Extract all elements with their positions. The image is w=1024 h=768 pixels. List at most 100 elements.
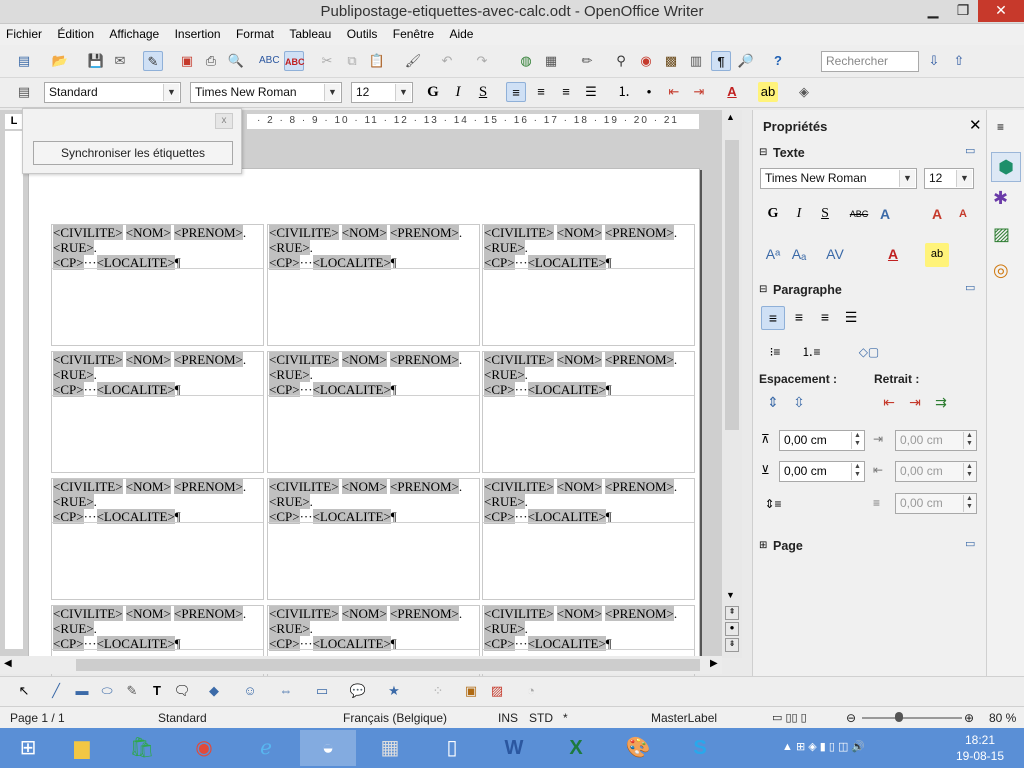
- hyperlink-icon[interactable]: ◍: [516, 51, 536, 71]
- fontwork-icon[interactable]: ▣: [461, 681, 481, 701]
- data-sources-icon[interactable]: ▥: [686, 51, 706, 71]
- tab-stop-selector[interactable]: L: [4, 113, 24, 130]
- menu-format[interactable]: Format: [230, 24, 280, 41]
- bullets-icon[interactable]: •: [639, 82, 659, 102]
- file-explorer-icon[interactable]: ▆: [54, 730, 110, 766]
- subscript-icon[interactable]: Aₐ: [787, 243, 811, 267]
- collapse-icon[interactable]: ⊟: [759, 147, 767, 158]
- close-sidebar-icon[interactable]: ✕: [969, 116, 982, 134]
- bold-icon[interactable]: G: [423, 82, 443, 102]
- label-cell[interactable]: <CIVILITE> <NOM> <PRENOM>. <RUE>. <CP>···<…: [267, 478, 480, 600]
- autospell-icon[interactable]: ABC: [284, 51, 305, 71]
- font-size-select[interactable]: 12 ▼: [351, 82, 413, 103]
- copy-icon[interactable]: ⧉: [342, 51, 362, 71]
- freeform-icon[interactable]: ✎: [122, 681, 142, 701]
- page-style[interactable]: Standard: [158, 711, 207, 725]
- export-pdf-icon[interactable]: ▣: [177, 51, 197, 71]
- horizontal-ruler[interactable]: · 2 · 8 · 9 · 10 · 11 · 12 · 13 · 14 · 1…: [246, 113, 700, 130]
- page-count[interactable]: Page 1 / 1: [10, 711, 65, 725]
- print-preview-icon[interactable]: 🔍: [226, 51, 246, 71]
- app-icon[interactable]: ▦: [362, 730, 418, 766]
- more-options-icon[interactable]: ▭: [965, 281, 975, 294]
- shrink-font-icon[interactable]: A: [951, 203, 975, 227]
- clone-format-icon[interactable]: 🖌: [403, 51, 423, 71]
- scroll-left-icon[interactable]: ◀: [4, 658, 12, 669]
- language[interactable]: Français (Belgique): [343, 711, 447, 725]
- highlight-icon[interactable]: ab: [758, 82, 778, 102]
- tray-icons[interactable]: ▲ ⊞ ◈ ▮ ▯ ◫ 🔊: [782, 740, 865, 753]
- grow-font-icon[interactable]: A: [925, 203, 949, 227]
- sidebar-increase-indent-icon[interactable]: ⇥: [903, 391, 927, 415]
- search-up-icon[interactable]: ⇧: [949, 51, 969, 71]
- spinner-arrows-icon[interactable]: ▲ ▼: [963, 432, 975, 449]
- styles-tab-icon[interactable]: ✱: [993, 188, 1008, 209]
- decrease-spacing-icon[interactable]: ⇳: [787, 391, 811, 415]
- strikethrough-icon[interactable]: ABC: [847, 203, 871, 227]
- navigator-tab-icon[interactable]: ◎: [993, 260, 1009, 281]
- from-file-icon[interactable]: ▨: [487, 681, 507, 701]
- horizontal-scroll-thumb[interactable]: [76, 659, 700, 671]
- cut-icon[interactable]: ✂: [317, 51, 337, 71]
- zoom-icon[interactable]: 🔎: [736, 51, 756, 71]
- basic-shapes-icon[interactable]: ◆: [204, 681, 224, 701]
- menu-outils[interactable]: Outils: [341, 24, 384, 41]
- flowchart-icon[interactable]: ▭: [312, 681, 332, 701]
- text-icon[interactable]: T: [147, 681, 167, 701]
- insert-mode[interactable]: INS: [498, 711, 518, 725]
- help-icon[interactable]: ?: [768, 51, 788, 71]
- sidebar-italic-icon[interactable]: I: [787, 203, 811, 227]
- zoom-slider-thumb[interactable]: [895, 712, 903, 722]
- justify-icon[interactable]: ☰: [581, 82, 601, 102]
- sidebar-align-right-icon[interactable]: ≡: [813, 306, 837, 330]
- search-input[interactable]: Rechercher: [821, 51, 919, 72]
- select-icon[interactable]: ↖: [14, 681, 34, 701]
- increase-indent-icon[interactable]: ⇥: [689, 82, 709, 102]
- zoom-slider[interactable]: [862, 717, 962, 719]
- menu-edition[interactable]: Édition: [51, 24, 100, 41]
- close-popup-icon[interactable]: x: [215, 113, 233, 129]
- zoom-in-icon[interactable]: ⊕: [964, 711, 974, 725]
- store-icon[interactable]: 🛍: [114, 730, 170, 766]
- background-color-icon[interactable]: ◈: [794, 82, 814, 102]
- expand-icon[interactable]: ⊞: [759, 540, 767, 551]
- selection-mode[interactable]: STD: [529, 711, 553, 725]
- callout-icon[interactable]: 🗨: [172, 681, 192, 701]
- sidebar-highlight-icon[interactable]: ab: [925, 243, 949, 267]
- underline-icon[interactable]: S: [473, 82, 493, 102]
- increase-spacing-icon[interactable]: ⇕: [761, 391, 785, 415]
- rectangle-icon[interactable]: ▬: [72, 681, 92, 701]
- spellcheck-icon[interactable]: ABC: [259, 51, 280, 71]
- document-icon[interactable]: ▯: [424, 730, 480, 766]
- collapse-icon[interactable]: ⊟: [759, 284, 767, 295]
- chrome-icon[interactable]: ◉: [176, 730, 232, 766]
- spinner-arrows-icon[interactable]: ▲ ▼: [851, 463, 863, 480]
- menu-fichier[interactable]: Fichier: [0, 24, 48, 41]
- decrease-indent-icon[interactable]: ⇤: [664, 82, 684, 102]
- sidebar-align-left-icon[interactable]: ≡: [761, 306, 785, 330]
- sidebar-justify-icon[interactable]: ☰: [839, 306, 863, 330]
- restore-button[interactable]: ❐: [948, 0, 978, 22]
- undo-icon[interactable]: ↶: [437, 51, 457, 71]
- scroll-up-icon[interactable]: ▲: [726, 112, 735, 122]
- sidebar-font-color-icon[interactable]: A: [881, 243, 905, 267]
- skype-icon[interactable]: S: [672, 730, 728, 766]
- before-text-indent[interactable]: 0,00 cm ▲ ▼: [895, 430, 977, 451]
- print-icon[interactable]: ⎙: [201, 51, 221, 71]
- vertical-scroll-thumb[interactable]: [725, 140, 739, 430]
- gallery-icon[interactable]: ▩: [661, 51, 681, 71]
- paste-icon[interactable]: 📋: [367, 51, 387, 71]
- sidebar-bold-icon[interactable]: G: [761, 203, 785, 227]
- clock-time[interactable]: 18:21: [960, 733, 1000, 747]
- character-spacing-icon[interactable]: AV: [823, 243, 847, 267]
- show-draw-functions-icon[interactable]: ✏: [577, 51, 597, 71]
- menu-fenetre[interactable]: Fenêtre: [387, 24, 440, 41]
- sidebar-bullets-icon[interactable]: ⁝≡: [763, 341, 787, 365]
- find-replace-icon[interactable]: ⚲: [611, 51, 631, 71]
- callouts-icon[interactable]: 💬: [348, 681, 368, 701]
- view-layout-icons[interactable]: ▭ ▯▯ ▯: [772, 711, 807, 724]
- first-line-indent[interactable]: 0,00 cm ▲ ▼: [895, 493, 977, 514]
- properties-tab-icon[interactable]: ⬢: [991, 152, 1021, 182]
- navigator-icon[interactable]: ◉: [636, 51, 656, 71]
- superscript-icon[interactable]: Aᵃ: [761, 243, 785, 267]
- scroll-right-icon[interactable]: ▶: [710, 658, 718, 669]
